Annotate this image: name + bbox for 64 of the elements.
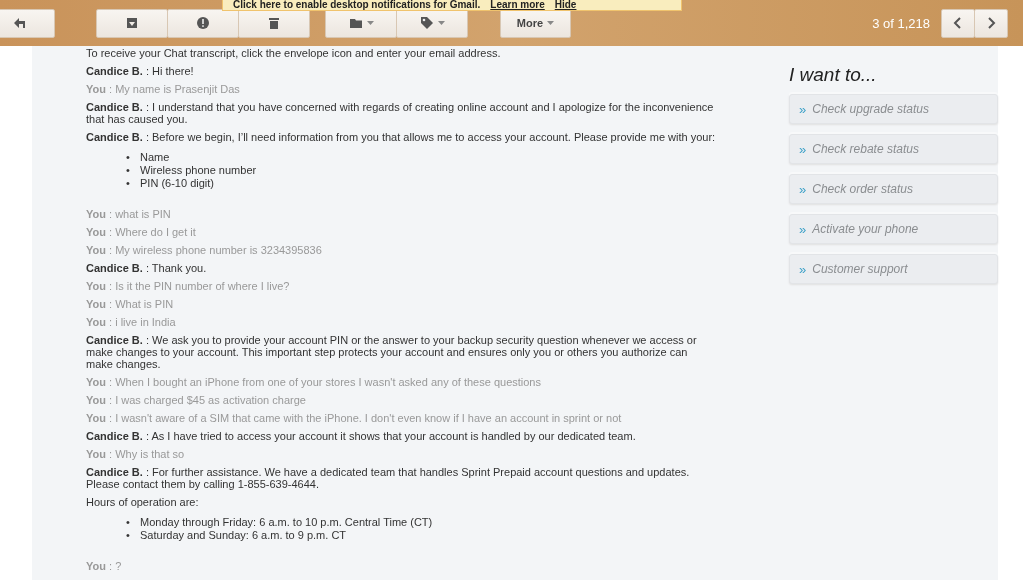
- chat-message: You : My wireless phone number is 3234395836: [86, 244, 323, 256]
- notification-link[interactable]: Learn more: [490, 0, 545, 10]
- bullet-item: Wireless phone number: [140, 164, 257, 177]
- archive-icon: [125, 16, 139, 30]
- reply-arrow-icon: [12, 16, 26, 30]
- chat-message: You : I wasn't aware of a SIM that came with the iPhone. I don't even know if I have an account in sprint or not: [86, 412, 623, 424]
- trash-icon: [267, 16, 281, 30]
- chat-message: You : What is PIN: [86, 298, 175, 310]
- chevron-marker: »: [799, 141, 807, 157]
- notification-link[interactable]: Hide: [554, 0, 577, 10]
- chat-message: Candice B. : We ask you to provide your account PIN or the answer to your backup security question whenever we access or make changes to your account. This important step protects your account and ensures only you or others you authorize can make changes.: [86, 334, 698, 370]
- chevron-marker: »: [799, 261, 807, 277]
- bullet-item: Saturday and Sunday: 6 a.m. to 9 p.m. CT: [140, 529, 347, 542]
- chat-message: Candice B. : Hi there!: [86, 65, 195, 77]
- bullet-item: PIN (6-10 digit): [140, 177, 214, 190]
- chevron-marker: »: [799, 101, 807, 117]
- chat-message: You : Is it the PIN number of where I live?: [86, 280, 291, 292]
- action-label: Check upgrade status: [812, 102, 929, 116]
- chat-message: You : what is PIN: [86, 208, 172, 220]
- toolbar-button[interactable]: [0, 8, 55, 38]
- bullet-item: Monday through Friday: 6 a.m. to 10 p.m. Central Time (CT): [140, 516, 433, 529]
- bullet-marker: •: [126, 151, 131, 164]
- chat-message: Candice B. : Before we begin, I’ll need information from you that allows me to access your account. Please provide me with your:: [86, 131, 717, 143]
- chat-message: You : Why is that so: [86, 448, 186, 460]
- action-label: Customer support: [812, 262, 908, 276]
- action-label: Check order status: [812, 182, 913, 196]
- chat-message: You : My name is Prasenjit Das: [86, 83, 241, 95]
- folder-icon: [348, 16, 363, 30]
- chat-message: Candice B. : As I have tried to access your account it shows that your account is handled by our dedicated team.: [86, 430, 637, 442]
- chevron-marker: »: [799, 181, 807, 197]
- next-button[interactable]: [974, 8, 1008, 38]
- previous-button[interactable]: [941, 8, 975, 38]
- report-spam-icon: [196, 16, 210, 30]
- caret-icon: [437, 21, 445, 25]
- chat-message: You : i live in India: [86, 316, 177, 328]
- bullet-item: Name: [140, 151, 170, 164]
- chat-message: Candice B. : For further assistance. We have a dedicated team that handles Sprint Prepaid account questions and updates. Please contact them by calling 1-855-639-4644.: [86, 466, 691, 490]
- chat-message: You : ?: [86, 560, 123, 572]
- action-label: Check rebate status: [812, 142, 919, 156]
- action-link[interactable]: » Customer support: [789, 254, 998, 284]
- notification-text: Click here to enable desktop notifications for Gmail.: [233, 0, 481, 10]
- action-link[interactable]: » Activate your phone: [789, 214, 998, 244]
- action-link[interactable]: » Check upgrade status: [789, 94, 998, 124]
- chevron-marker: »: [799, 221, 807, 237]
- caret-icon: [366, 21, 374, 25]
- bullet-marker: •: [126, 529, 131, 542]
- info-text: Hours of operation are:: [86, 496, 200, 508]
- message-counter: 3 of 1,218: [872, 15, 930, 31]
- bullet-marker: •: [126, 164, 131, 177]
- action-link[interactable]: » Check order status: [789, 174, 998, 204]
- chat-message: Candice B. : Thank you.: [86, 262, 208, 274]
- toolbar-button[interactable]: [96, 8, 168, 38]
- chat-message: Candice B. : I understand that you have concerned with regards of creating online account and I apologize for the inconvenience that has caused you.: [86, 101, 715, 125]
- bullet-marker: •: [126, 516, 131, 529]
- chat-message: You : Where do I get it: [86, 226, 197, 238]
- action-label: Activate your phone: [812, 222, 919, 236]
- bullet-marker: •: [126, 177, 131, 190]
- toolbar-button[interactable]: [167, 8, 239, 38]
- tag-icon: [419, 16, 434, 30]
- sidebar-title: I want to...: [789, 64, 878, 86]
- chat-message: You : I was charged $45 as activation charge: [86, 394, 307, 406]
- action-link[interactable]: » Check rebate status: [789, 134, 998, 164]
- intro-text: To receive your Chat transcript, click the envelope icon and enter your email address.: [86, 47, 502, 59]
- caret-icon: [547, 21, 555, 25]
